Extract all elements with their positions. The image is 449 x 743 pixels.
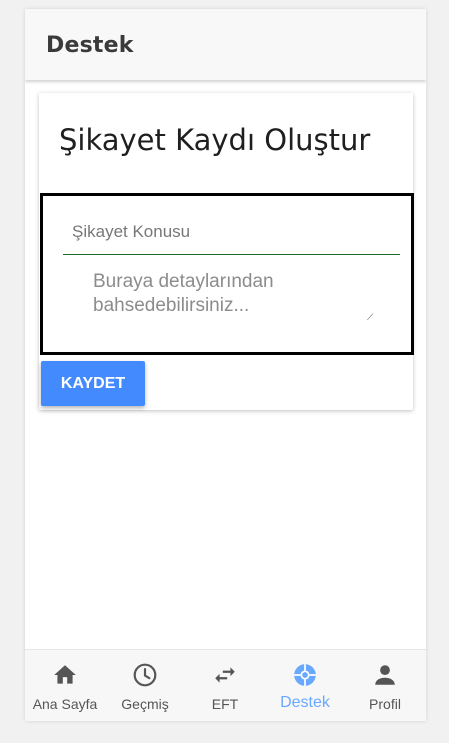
nav-item-support[interactable]: Destek xyxy=(265,650,345,721)
swap-arrows-icon xyxy=(215,667,235,683)
complaint-form: ⟋ xyxy=(40,193,414,355)
app-bar: Destek xyxy=(25,9,426,80)
nav-label-eft: EFT xyxy=(211,696,239,712)
nav-item-home[interactable]: Ana Sayfa xyxy=(25,650,105,721)
nav-label-history: Geçmiş xyxy=(121,696,169,712)
card-title: Şikayet Kaydı Oluştur xyxy=(59,123,371,157)
resize-handle-icon[interactable]: ⟋ xyxy=(367,313,373,322)
page-title: Destek xyxy=(46,33,134,58)
clock-icon xyxy=(133,663,157,687)
nav-item-history[interactable]: Geçmiş xyxy=(105,650,185,721)
nav-label-profile: Profil xyxy=(369,696,401,712)
save-button[interactable]: KAYDET xyxy=(41,361,145,406)
nav-label-home: Ana Sayfa xyxy=(32,696,98,712)
lifebuoy-icon xyxy=(294,664,316,686)
person-icon xyxy=(375,665,395,685)
nav-item-profile[interactable]: Profil xyxy=(345,650,425,721)
nav-label-support: Destek xyxy=(280,694,330,711)
nav-item-eft[interactable]: EFT xyxy=(185,650,265,721)
home-icon xyxy=(54,665,76,684)
complaint-card: Şikayet Kaydı Oluştur ⟋ KAYDET xyxy=(39,93,414,410)
app-screen: Destek Şikayet Kaydı Oluştur ⟋ KAYDET An… xyxy=(25,9,426,721)
bottom-navigation: Ana Sayfa Geçmiş EFT Destek Profil xyxy=(25,649,426,721)
complaint-subject-input[interactable] xyxy=(63,210,400,255)
complaint-details-textarea[interactable] xyxy=(93,270,373,322)
